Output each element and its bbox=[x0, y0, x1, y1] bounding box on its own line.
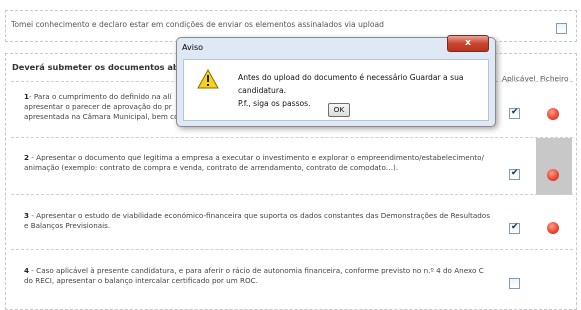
dialog-title: Aviso bbox=[182, 43, 204, 52]
document-row-2: 2 - Apresentar o documento que legitima … bbox=[11, 137, 573, 195]
document-row-2-file-cell[interactable] bbox=[536, 138, 572, 195]
dialog-body: Antes do upload do documento é necessári… bbox=[183, 59, 489, 121]
document-row-4: 4 - Caso aplicável à presente candidatur… bbox=[11, 249, 573, 309]
document-row-2-line2: animação (exemplo: contrato de compra e … bbox=[24, 163, 399, 172]
warning-icon bbox=[197, 69, 219, 89]
document-row-2-text: 2 - Apresentar o documento que legitima … bbox=[24, 153, 494, 173]
document-row-1-applicable-checkbox[interactable] bbox=[509, 107, 520, 119]
document-row-4-applicable-checkbox[interactable] bbox=[509, 278, 520, 289]
warning-dialog: Aviso x Antes do upload do documento é n… bbox=[176, 35, 496, 127]
document-row-2-applicable-checkbox[interactable] bbox=[509, 168, 520, 180]
document-row-4-text: 4 - Caso aplicável à presente candidatur… bbox=[24, 266, 494, 286]
dialog-close-button[interactable]: x bbox=[447, 35, 489, 52]
document-row-3-applicable-checkbox[interactable] bbox=[509, 222, 520, 234]
document-row-1-line1: - Para o cumprimento do definido na alí bbox=[29, 92, 172, 101]
document-row-1-file-status-icon[interactable] bbox=[547, 108, 559, 120]
document-row-2-file-status-icon[interactable] bbox=[547, 169, 559, 181]
document-row-4-line1: - Caso aplicável à presente candidatura,… bbox=[29, 266, 484, 275]
document-row-4-line2: do RECI, apresentar o balanço intercalar… bbox=[24, 276, 258, 285]
dialog-message-line1: Antes do upload do documento é necessári… bbox=[238, 73, 464, 95]
ok-button[interactable]: OK bbox=[328, 103, 350, 117]
section-title: Deverá submeter os documentos abaixo bbox=[12, 62, 198, 72]
declaration-text: Tomei conhecimento e declaro estar em co… bbox=[11, 20, 384, 29]
dialog-message-line2: P.f., siga os passos. bbox=[238, 99, 311, 108]
document-row-3: 3 - Apresentar o estudo de viabilidade e… bbox=[11, 194, 573, 249]
dialog-message: Antes do upload do documento é necessári… bbox=[238, 71, 486, 110]
document-row-3-line2: e Balanços Previsionais. bbox=[24, 221, 111, 230]
document-row-3-text: 3 - Apresentar o estudo de viabilidade e… bbox=[24, 211, 494, 231]
document-row-3-line1: - Apresentar o estudo de viabilidade eco… bbox=[29, 211, 490, 220]
document-row-2-line1: - Apresentar o documento que legitima a … bbox=[29, 153, 484, 162]
document-row-3-file-status-icon[interactable] bbox=[547, 222, 559, 234]
declaration-checkbox[interactable] bbox=[556, 23, 567, 34]
